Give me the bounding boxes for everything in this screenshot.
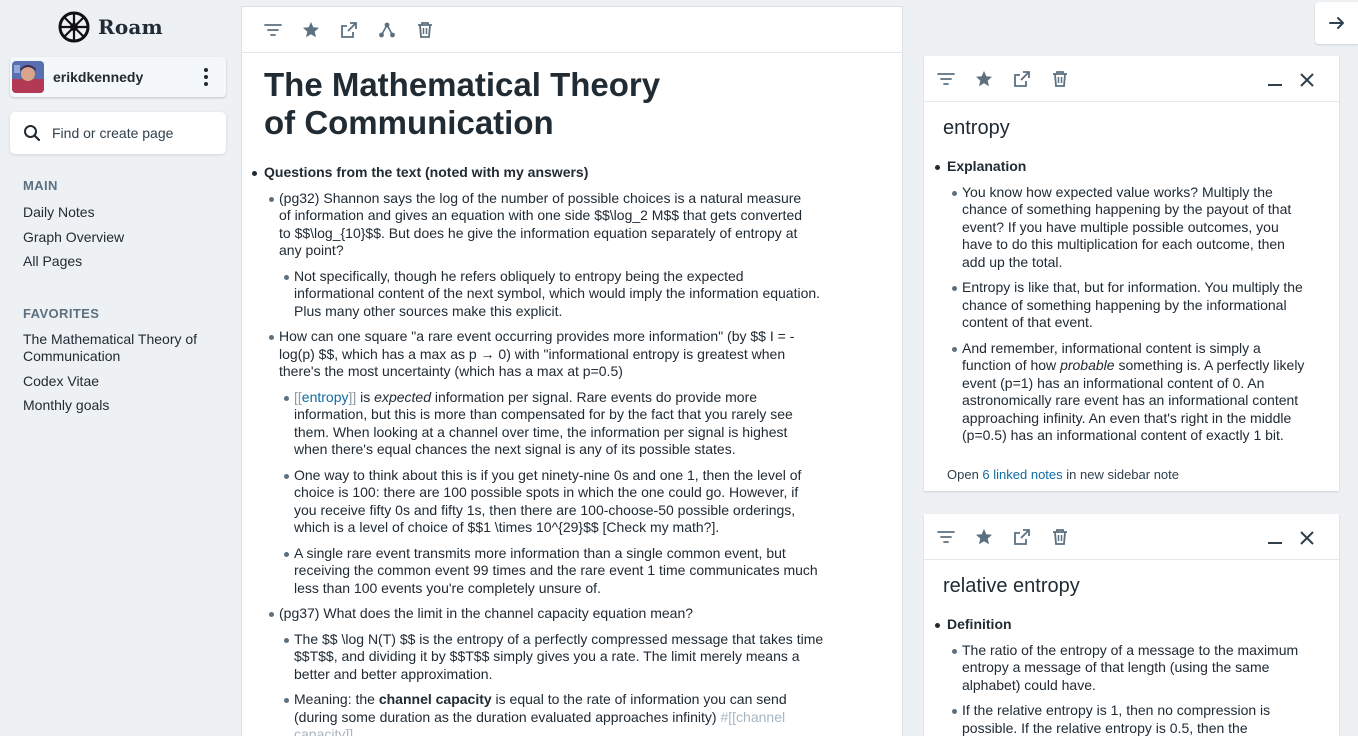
card-toolbar (924, 514, 1339, 560)
block[interactable]: How can one square "a rare event occurri… (269, 328, 809, 381)
emphasis: probable (1060, 357, 1115, 373)
search-icon (24, 125, 41, 142)
block[interactable]: Definition (935, 616, 1317, 634)
linked-notes-footer: Open 6 linked notes in new sidebar note (947, 467, 1339, 482)
page-ref-entropy[interactable]: entropy (302, 389, 349, 405)
block[interactable]: A single rare event transmits more infor… (284, 545, 824, 598)
window-controls (1265, 528, 1317, 548)
close-icon[interactable] (1297, 70, 1317, 90)
search-box[interactable] (10, 112, 226, 154)
block-tree: Explanation You know how expected value … (924, 158, 1339, 445)
favorite-item[interactable]: Monthly goals (23, 397, 213, 414)
star-icon[interactable] (301, 20, 321, 40)
favorite-item[interactable]: The Mathematical Theory of Communication (23, 331, 213, 365)
block[interactable]: [[entropy]] is expected information per … (284, 388, 824, 459)
kebab-icon[interactable] (196, 65, 216, 89)
block[interactable]: Entropy is like that, but for informatio… (952, 279, 1312, 332)
graph-icon[interactable] (377, 20, 397, 40)
block[interactable]: The $$ \log N(T) $$ is the entropy of a … (284, 631, 824, 684)
favorites-section-title: FAVORITES (23, 306, 100, 321)
main-section-title: MAIN (23, 178, 58, 193)
favorites-nav: The Mathematical Theory of Communication… (23, 331, 213, 422)
footer-text: in new sidebar note (1062, 466, 1180, 482)
block[interactable]: The ratio of the entropy of a message to… (952, 642, 1312, 695)
user-menu[interactable]: erikdkennedy (10, 57, 226, 97)
star-icon[interactable] (974, 527, 994, 547)
page-toolbar (242, 7, 902, 53)
nav-daily-notes[interactable]: Daily Notes (23, 204, 223, 221)
block[interactable]: Meaning: the channel capacity is equal t… (284, 691, 824, 736)
open-external-icon[interactable] (339, 20, 359, 40)
search-input[interactable] (52, 125, 212, 141)
nav-all-pages[interactable]: All Pages (23, 253, 223, 270)
brand[interactable]: Roam (58, 11, 163, 43)
block-text: Meaning: the (294, 691, 379, 707)
page-ref-entropy-text[interactable]: entropy (302, 389, 349, 405)
close-icon[interactable] (1297, 528, 1317, 548)
filter-icon[interactable] (936, 69, 956, 89)
card-title[interactable]: relative entropy (943, 574, 1339, 598)
main-page: The Mathematical Theory of Communication… (242, 7, 902, 736)
block-tree: Definition The ratio of the entropy of a… (924, 616, 1339, 736)
main-nav: Daily Notes Graph Overview All Pages (23, 204, 223, 278)
block[interactable]: If the relative entropy is 1, then no co… (952, 702, 1312, 736)
trash-icon[interactable] (415, 20, 435, 40)
nav-graph-overview[interactable]: Graph Overview (23, 229, 223, 246)
trash-icon[interactable] (1050, 527, 1070, 547)
star-icon[interactable] (974, 69, 994, 89)
card-toolbar (924, 56, 1339, 102)
linked-notes-link[interactable]: 6 linked notes (982, 467, 1062, 482)
window-controls (1265, 70, 1317, 90)
left-sidebar: Roam erikdkennedy MAIN Daily Notes Graph… (0, 0, 236, 736)
trash-icon[interactable] (1050, 69, 1070, 89)
username: erikdkennedy (53, 69, 144, 85)
emphasis: expected (374, 388, 431, 405)
block[interactable]: (pg37) What does the limit in the channe… (269, 605, 809, 623)
open-external-icon[interactable] (1012, 527, 1032, 547)
roam-logo-icon (58, 11, 90, 43)
minimize-icon[interactable] (1265, 528, 1285, 548)
page-ref-bracket: [[ (294, 388, 302, 405)
open-external-icon[interactable] (1012, 69, 1032, 89)
card-title[interactable]: entropy (943, 116, 1339, 140)
brand-name: Roam (98, 15, 163, 39)
minimize-icon[interactable] (1265, 70, 1285, 90)
block-tree: Questions from the text (noted with my a… (242, 164, 902, 736)
sidebar-card-entropy: entropy Explanation You know how expecte… (924, 56, 1339, 491)
block[interactable]: Explanation (935, 158, 1317, 176)
block[interactable]: Not specifically, though he refers obliq… (284, 268, 824, 321)
toggle-right-sidebar-button[interactable] (1315, 2, 1358, 44)
page-title: The Mathematical Theory of Communication (264, 66, 661, 141)
block[interactable]: Questions from the text (noted with my a… (252, 164, 824, 182)
block[interactable]: One way to think about this is if you ge… (284, 467, 824, 537)
block[interactable]: And remember, informational content is s… (952, 340, 1312, 445)
filter-icon[interactable] (936, 527, 956, 547)
footer-text: Open (947, 466, 983, 482)
favorite-item[interactable]: Codex Vitae (23, 373, 213, 390)
block[interactable]: You know how expected value works? Multi… (952, 184, 1312, 272)
sidebar-card-relative-entropy: relative entropy Definition The ratio of… (924, 514, 1339, 736)
block[interactable]: (pg32) Shannon says the log of the numbe… (269, 190, 809, 260)
filter-icon[interactable] (263, 20, 283, 40)
avatar (12, 61, 44, 93)
block-text: is (356, 388, 375, 405)
arrow-right-icon (1328, 17, 1344, 29)
bold-text: channel capacity (378, 691, 492, 707)
